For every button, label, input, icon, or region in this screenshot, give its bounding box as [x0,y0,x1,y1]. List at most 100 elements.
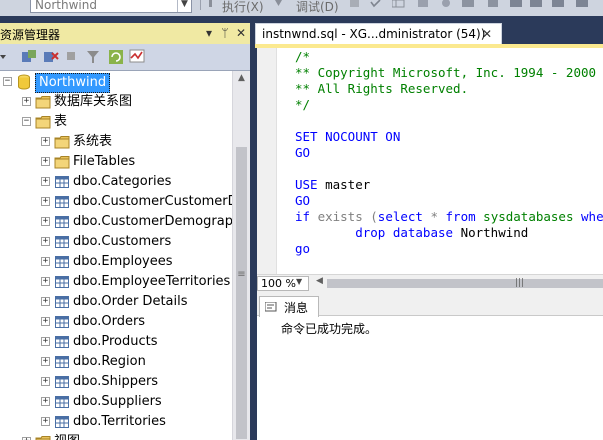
expand-icon[interactable]: + [41,137,50,146]
tree-node[interactable]: + dbo.Orders [0,312,232,332]
query-options-icon[interactable] [441,0,453,10]
close-object-explorer-button[interactable]: ✕ [235,26,247,40]
filter-icon[interactable] [87,49,101,65]
scrollbar-thumb[interactable]: ≡ [236,147,247,439]
expand-icon[interactable]: + [41,157,50,166]
tree-node-label[interactable]: 数据库关系图 [54,93,132,111]
tree-node[interactable]: + FileTables [0,152,232,172]
tree-node-label[interactable]: dbo.CustomerCustomerDe [73,193,232,211]
tree-node[interactable]: + dbo.EmployeeTerritories [0,272,232,292]
chevron-down-icon[interactable]: ▼ [177,0,191,12]
zoom-select[interactable]: 100 % ▼ [257,276,309,291]
connect-dropdown-icon[interactable] [0,52,10,62]
debug-button[interactable]: 调试(D) [296,0,339,15]
expand-icon[interactable]: + [41,417,50,426]
query-editor[interactable]: /* ** Copyright Microsoft, Inc. 1994 - 20… [257,48,603,274]
tree-node-label[interactable]: dbo.Shippers [73,373,158,391]
tree-node-label[interactable]: dbo.Orders [73,313,145,331]
expand-icon[interactable]: + [41,217,50,226]
connect-object-explorer-icon[interactable] [21,49,37,65]
expand-icon[interactable]: + [41,377,50,386]
tree-node-label[interactable]: 视图 [54,433,80,440]
tree-node-label[interactable]: dbo.Order Details [73,293,188,311]
comment-lines-icon[interactable] [510,0,524,10]
available-databases-select[interactable]: Northwind ▼ [30,0,192,13]
tree-node[interactable]: − 表 [0,112,232,132]
code-token: /* [295,49,311,64]
tree-node-label[interactable]: dbo.Territories [73,413,166,431]
tree-node-label[interactable]: dbo.CustomerDemographi [73,213,232,231]
tree-node-label[interactable]: 系统表 [73,133,112,151]
tree-node-label[interactable]: FileTables [73,153,135,171]
results-to-text-icon[interactable] [462,0,476,10]
tree-node[interactable]: + 数据库关系图 [0,92,232,112]
collapse-icon[interactable]: − [3,77,12,86]
expand-icon[interactable]: + [41,297,50,306]
tree-node-label[interactable]: dbo.Products [73,333,158,351]
tree-node-label[interactable]: dbo.EmployeeTerritories [73,273,230,291]
expand-icon[interactable]: + [41,397,50,406]
tree-node[interactable]: + dbo.Shippers [0,372,232,392]
tree-node[interactable]: + dbo.Region [0,352,232,372]
uncomment-lines-icon[interactable] [530,0,544,10]
close-tab-button[interactable]: ✕ [482,27,492,41]
results-grid-icon[interactable] [392,0,406,10]
collapse-icon[interactable]: − [22,117,31,126]
expand-icon[interactable]: + [41,237,50,246]
expand-icon[interactable]: + [41,277,50,286]
code-line: ** All Rights Reserved. [295,81,468,97]
tree-node[interactable]: + 系统表 [0,132,232,152]
scroll-left-arrow-icon[interactable]: ◀ [316,276,323,286]
tree-node[interactable]: + dbo.CustomerDemographi [0,212,232,232]
tree-node[interactable]: + dbo.Order Details [0,292,232,312]
object-explorer-vertical-scrollbar[interactable]: ▲ ≡ [232,71,250,440]
tree-node[interactable]: + dbo.Territories [0,412,232,432]
tree-node-label[interactable]: dbo.Employees [73,253,173,271]
parse-checkmark-icon[interactable] [370,0,382,10]
tree-node-label[interactable]: dbo.Categories [73,173,171,191]
chevron-down-icon[interactable]: ▼ [296,277,302,286]
activity-monitor-icon[interactable] [129,49,147,65]
expand-icon[interactable]: + [41,177,50,186]
scroll-up-arrow-icon[interactable]: ▲ [233,73,250,87]
tree-node[interactable]: − Northwind [0,72,232,93]
expand-icon[interactable]: + [41,357,50,366]
tree-node-label[interactable]: dbo.Region [73,353,146,371]
tree-node-label[interactable]: 表 [54,113,67,131]
tree-node-label[interactable]: dbo.Customers [73,233,171,251]
tree-node[interactable]: + dbo.Products [0,332,232,352]
table-icon [54,374,70,390]
pin-icon[interactable]: ᛘ [219,26,231,40]
horizontal-scrollbar-thumb[interactable] [327,279,603,288]
tree-node-label[interactable]: dbo.Suppliers [73,393,162,411]
results-tab-strip: 消息 [257,292,603,317]
window-position-chevron-icon[interactable]: ▾ [203,26,215,40]
tree-node[interactable]: + dbo.Suppliers [0,392,232,412]
results-to-file-icon[interactable] [488,0,500,10]
expand-icon[interactable]: + [22,97,31,106]
expand-icon[interactable]: + [41,257,50,266]
tree-node[interactable]: + dbo.Categories [0,172,232,192]
expand-icon[interactable]: + [41,197,50,206]
stop-icon[interactable] [350,0,362,10]
tree-node[interactable]: +视图 [0,432,232,440]
expand-icon[interactable]: + [41,317,50,326]
tree-node-label[interactable]: Northwind [35,73,111,93]
estimated-plan-icon[interactable] [418,0,430,10]
decrease-indent-icon[interactable] [552,0,566,10]
refresh-icon[interactable] [108,49,124,65]
stop-icon[interactable] [67,52,77,62]
code-token: from [445,209,484,224]
tree-node[interactable]: + dbo.Employees [0,252,232,272]
execute-icon[interactable] [205,0,217,10]
tree-node[interactable]: + dbo.Customers [0,232,232,252]
increase-indent-icon[interactable] [576,0,590,10]
tree-node[interactable]: + dbo.CustomerCustomerDe [0,192,232,212]
expand-icon[interactable]: + [41,337,50,346]
tab-messages[interactable]: 消息 [259,296,319,317]
disconnect-icon[interactable] [43,49,59,65]
tab-instnwnd-sql[interactable]: instnwnd.sql - XG...dministrator (54)) ✕ [255,23,502,45]
code-token: GO [295,193,311,208]
debug-icon[interactable] [274,0,284,10]
execute-button[interactable]: 执行(X) [222,0,264,15]
